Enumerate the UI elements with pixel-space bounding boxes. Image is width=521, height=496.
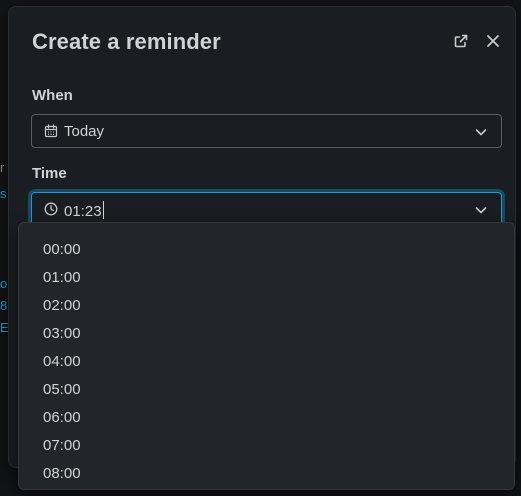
text-cursor: [102, 201, 104, 219]
close-icon: [487, 35, 499, 47]
time-option-label: 06:00: [43, 409, 81, 426]
background-text-fragment: o: [0, 276, 8, 291]
time-label: Time: [32, 165, 67, 182]
background-text-fragment: s: [0, 186, 7, 201]
time-option[interactable]: 05:00: [19, 376, 514, 404]
close-button[interactable]: [483, 31, 503, 51]
time-option-label: 08:00: [43, 465, 81, 482]
time-option[interactable]: 00:00: [19, 236, 514, 264]
time-option[interactable]: 01:00: [19, 264, 514, 292]
time-option-label: 00:00: [43, 241, 81, 258]
time-option[interactable]: 02:00: [19, 292, 514, 320]
when-value: Today: [64, 123, 105, 140]
time-option-label: 07:00: [43, 437, 81, 454]
chevron-down-icon: [475, 129, 487, 136]
background-text-fragment: r: [0, 160, 5, 175]
time-option-label: 02:00: [43, 297, 81, 314]
time-options-dropdown: 00:00 01:00 02:00 03:00 04:00 05:00 06:0…: [18, 222, 515, 490]
time-option[interactable]: 07:00: [19, 432, 514, 460]
time-option-label: 01:00: [43, 269, 81, 286]
chevron-down-icon: [475, 207, 487, 214]
open-in-new-button[interactable]: [451, 31, 471, 51]
time-option-label: 05:00: [43, 381, 81, 398]
time-option[interactable]: 03:00: [19, 320, 514, 348]
time-option[interactable]: 04:00: [19, 348, 514, 376]
background-text-fragment: 8: [0, 298, 8, 313]
time-option-label: 03:00: [43, 325, 81, 342]
dialog-title: Create a reminder: [32, 29, 221, 54]
time-input[interactable]: 01:23: [31, 192, 502, 226]
time-value: 01:23: [64, 201, 104, 220]
time-option[interactable]: 08:00: [19, 460, 514, 488]
calendar-icon: [44, 124, 58, 138]
time-option[interactable]: 06:00: [19, 404, 514, 432]
time-option-label: 04:00: [43, 353, 81, 370]
when-label: When: [32, 87, 73, 104]
clock-icon: [44, 202, 58, 216]
when-select[interactable]: Today: [31, 114, 502, 148]
open-in-new-icon: [454, 34, 468, 48]
